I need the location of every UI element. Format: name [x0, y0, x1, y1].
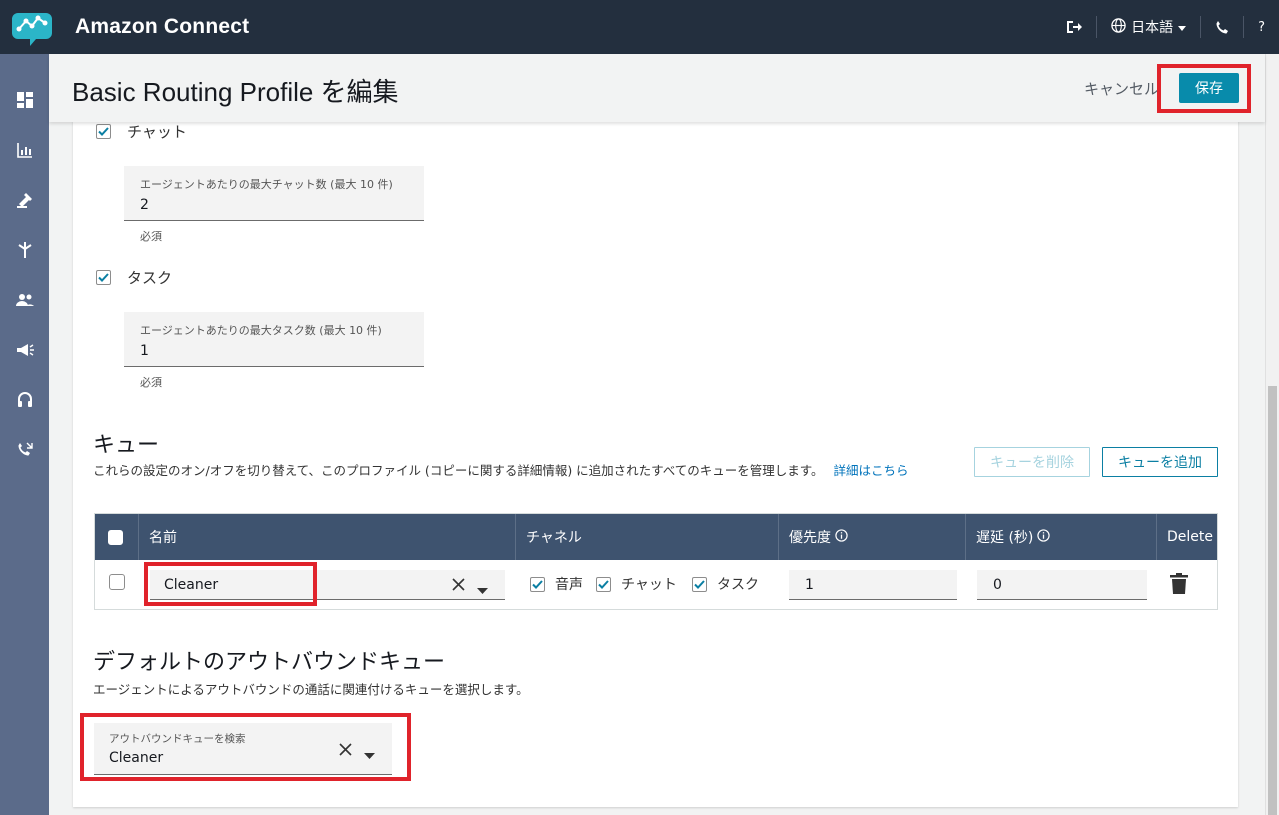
top-right-actions: 日本語 ? [1052, 0, 1279, 54]
analytics-icon[interactable] [0, 135, 49, 165]
max-tasks-value[interactable]: 1 [140, 343, 149, 359]
column-header-delay: 遅延 (秒) [966, 514, 1157, 560]
routing-icon[interactable] [0, 185, 49, 215]
campaigns-icon[interactable] [0, 335, 49, 365]
chat-channel-row: チャット [96, 121, 187, 142]
task-checkbox[interactable] [692, 576, 707, 592]
chat-checkbox[interactable] [596, 576, 611, 592]
required-helper: 必須 [140, 376, 162, 389]
chat-checkbox[interactable] [96, 124, 111, 139]
max-chats-field[interactable]: エージェントあたりの最大チャット数 (最大 10 件) 2 [124, 166, 424, 221]
remove-queue-button[interactable]: キューを削除 [974, 447, 1090, 477]
sidebar [0, 54, 49, 815]
voice-channel: 音声 [530, 574, 583, 594]
language-selector[interactable]: 日本語 [1097, 16, 1200, 38]
trash-icon[interactable] [1170, 573, 1188, 599]
phone-numbers-icon[interactable] [0, 435, 49, 465]
page-header: Basic Routing Profile を編集 キャンセル 保存 [49, 54, 1265, 122]
task-channel-row: タスク [96, 267, 172, 288]
voice-checkbox[interactable] [530, 576, 545, 592]
flows-icon[interactable] [0, 235, 49, 265]
outbound-section-title: デフォルトのアウトバウンドキュー [93, 649, 446, 674]
cancel-button[interactable]: キャンセル [1084, 78, 1159, 99]
delay-header-label: 遅延 (秒) [976, 530, 1034, 546]
task-checkbox[interactable] [96, 270, 111, 285]
caret-down-icon [1178, 19, 1187, 35]
max-tasks-label: エージェントあたりの最大タスク数 (最大 10 件) [140, 324, 382, 337]
users-icon[interactable] [0, 285, 49, 315]
queues-description: これらの設定のオン/オフを切り替えて、このプロファイル (コピーに関する詳細情報… [93, 460, 909, 479]
column-header-delete: Delete [1167, 529, 1213, 545]
outbound-description: エージェントによるアウトバウンドの通話に関連付けるキューを選択します。 [93, 682, 529, 697]
table-header: 名前 チャネル 優先度 遅延 (秒) Delete [95, 514, 1217, 560]
row-checkbox[interactable] [109, 574, 125, 590]
max-tasks-field[interactable]: エージェントあたりの最大タスク数 (最大 10 件) 1 [124, 312, 424, 367]
language-label: 日本語 [1131, 20, 1174, 36]
column-header-channel: チャネル [516, 514, 779, 560]
task-label: タスク [127, 269, 173, 287]
queues-description-text: これらの設定のオン/オフを切り替えて、このプロファイル (コピーに関する詳細情報… [93, 463, 824, 478]
headset-icon[interactable] [0, 385, 49, 415]
priority-header-label: 優先度 [789, 530, 831, 546]
column-header-name: 名前 [139, 514, 516, 560]
max-chats-value[interactable]: 2 [140, 197, 149, 213]
select-all-checkbox[interactable] [108, 529, 123, 545]
details-link[interactable]: 詳細はこちら [834, 463, 909, 478]
priority-input[interactable]: 1 [789, 570, 957, 600]
queue-name-highlight-box [144, 562, 317, 606]
chat-label: チャット [621, 577, 677, 593]
globe-icon [1111, 17, 1126, 37]
chat-channel: チャット [596, 574, 677, 594]
app-title: Amazon Connect [75, 15, 250, 38]
select-all-cell [95, 514, 139, 560]
task-label: タスク [717, 577, 759, 593]
save-highlight-box [1157, 64, 1251, 113]
add-queue-button[interactable]: キューを追加 [1102, 447, 1218, 477]
info-icon[interactable] [1037, 528, 1051, 546]
voice-label: 音声 [555, 577, 583, 593]
clear-icon[interactable] [452, 578, 465, 595]
delay-input[interactable]: 0 [977, 570, 1147, 600]
help-button[interactable]: ? [1244, 16, 1279, 38]
scrollbar[interactable] [1265, 54, 1279, 815]
info-icon[interactable] [835, 528, 848, 546]
logout-icon[interactable] [1052, 16, 1096, 38]
phone-icon[interactable] [1201, 16, 1243, 38]
max-chats-label: エージェントあたりの最大チャット数 (最大 10 件) [140, 178, 393, 191]
column-header-priority: 優先度 [779, 514, 966, 560]
task-channel: タスク [692, 574, 759, 594]
scrollbar-thumb[interactable] [1268, 386, 1277, 815]
outbound-highlight-box [80, 713, 411, 781]
queues-section-title: キュー [93, 432, 160, 457]
amazon-connect-logo-icon[interactable] [10, 7, 54, 47]
dropdown-arrow-icon[interactable] [477, 582, 488, 598]
required-helper: 必須 [140, 230, 162, 243]
top-navigation-bar: Amazon Connect 日本語 ? [0, 0, 1279, 54]
page-title: Basic Routing Profile を編集 [72, 77, 399, 107]
chat-label: チャット [127, 123, 187, 141]
dashboard-icon[interactable] [0, 85, 49, 115]
